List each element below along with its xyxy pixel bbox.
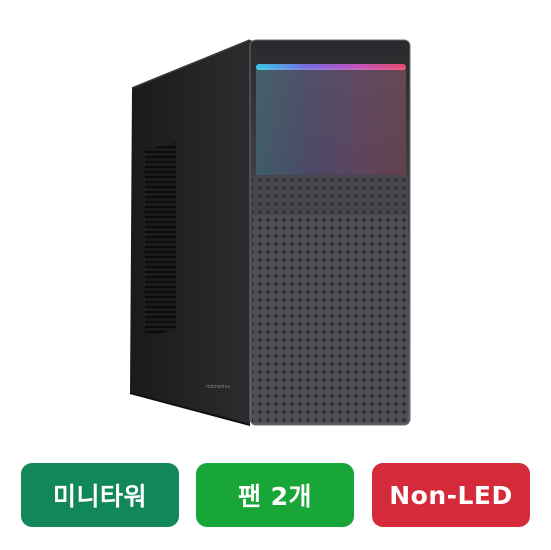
badge-non-led: Non-LED: [372, 463, 530, 527]
case-front-panel: [249, 39, 411, 426]
badge-mini-tower: 미니타워: [21, 463, 179, 527]
feature-badges: 미니타워 팬 2개 Non-LED: [0, 463, 551, 528]
brand-logo: micronics: [206, 384, 230, 390]
badge-fan-count: 팬 2개: [196, 463, 354, 527]
side-vent: [145, 142, 176, 336]
pc-case-image: micronics: [0, 0, 551, 440]
